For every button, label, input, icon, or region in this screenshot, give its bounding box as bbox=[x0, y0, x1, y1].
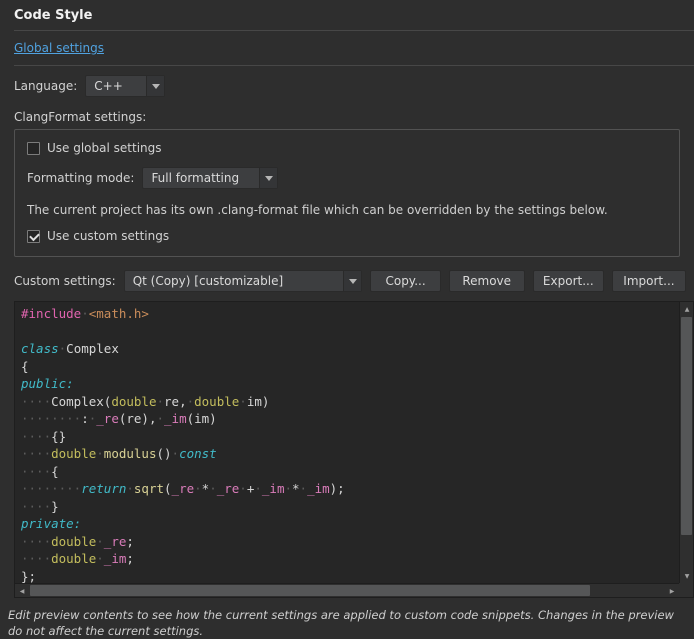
custom-settings-combobox-value: Qt (Copy) [customizable] bbox=[125, 274, 344, 288]
language-combobox[interactable]: C++ bbox=[85, 75, 165, 97]
code-line: ····Complex(double·re,·double·im) bbox=[21, 393, 679, 411]
language-combobox-value: C++ bbox=[86, 79, 146, 93]
code-line: ····double·_im; bbox=[21, 550, 679, 568]
code-line: ····{ bbox=[21, 463, 679, 481]
separator bbox=[14, 65, 694, 66]
formatting-mode-combobox[interactable]: Full formatting bbox=[142, 167, 278, 189]
vertical-scrollbar-thumb[interactable] bbox=[681, 317, 692, 535]
code-lines[interactable]: #include·<math.h> class·Complex{public:·… bbox=[15, 302, 679, 583]
chevron-down-icon bbox=[343, 271, 361, 291]
scroll-up-arrow-icon[interactable]: ▲ bbox=[680, 302, 694, 316]
code-style-settings-page: Code Style Global settings Language: C++… bbox=[0, 0, 694, 639]
formatting-mode-combobox-value: Full formatting bbox=[143, 171, 259, 185]
code-line: ········:·_re(re),·_im(im) bbox=[21, 410, 679, 428]
custom-settings-combobox[interactable]: Qt (Copy) [customizable] bbox=[124, 270, 363, 292]
preview-help-text: Edit preview contents to see how the cur… bbox=[0, 598, 694, 639]
export-button[interactable]: Export... bbox=[533, 270, 604, 292]
code-line: }; bbox=[21, 568, 679, 584]
horizontal-scrollbar[interactable]: ◀ ▶ bbox=[15, 583, 679, 597]
global-settings-link-row: Global settings bbox=[0, 31, 694, 65]
code-line: public: bbox=[21, 375, 679, 393]
scroll-right-arrow-icon[interactable]: ▶ bbox=[665, 584, 679, 598]
remove-button[interactable]: Remove bbox=[449, 270, 525, 292]
use-global-settings-label: Use global settings bbox=[47, 141, 162, 155]
use-global-settings-row[interactable]: Use global settings bbox=[27, 141, 667, 155]
chevron-down-icon bbox=[146, 76, 164, 96]
page-title: Code Style bbox=[0, 0, 694, 30]
code-line: ····double·modulus()·const bbox=[21, 445, 679, 463]
code-line: ····} bbox=[21, 498, 679, 516]
code-line: private: bbox=[21, 515, 679, 533]
code-line: #include·<math.h> bbox=[21, 305, 679, 323]
custom-settings-row: Custom settings: Qt (Copy) [customizable… bbox=[0, 270, 694, 292]
code-line: ········return·sqrt(_re·*·_re·+·_im·*·_i… bbox=[21, 480, 679, 498]
horizontal-scrollbar-thumb[interactable] bbox=[30, 585, 590, 596]
horizontal-scrollbar-track[interactable] bbox=[29, 584, 665, 597]
global-settings-link[interactable]: Global settings bbox=[14, 41, 104, 55]
scrollbar-corner bbox=[679, 583, 693, 597]
clang-format-file-info-text: The current project has its own .clang-f… bbox=[27, 203, 667, 217]
clangformat-section-label: ClangFormat settings: bbox=[0, 110, 694, 124]
vertical-scrollbar[interactable]: ▲ ▼ bbox=[679, 302, 693, 583]
scroll-down-arrow-icon[interactable]: ▼ bbox=[680, 569, 694, 583]
use-global-settings-checkbox[interactable] bbox=[27, 142, 40, 155]
code-preview-editor[interactable]: #include·<math.h> class·Complex{public:·… bbox=[14, 301, 694, 598]
formatting-mode-label: Formatting mode: bbox=[27, 171, 134, 185]
custom-settings-label: Custom settings: bbox=[14, 274, 116, 288]
code-line: class·Complex bbox=[21, 340, 679, 358]
language-label: Language: bbox=[14, 79, 77, 93]
code-line: { bbox=[21, 358, 679, 376]
vertical-scrollbar-track[interactable] bbox=[680, 316, 693, 569]
clangformat-groupbox: Use global settings Formatting mode: Ful… bbox=[14, 129, 680, 257]
use-custom-settings-checkbox[interactable] bbox=[27, 230, 40, 243]
use-custom-settings-row[interactable]: Use custom settings bbox=[27, 229, 667, 243]
code-line bbox=[21, 323, 679, 341]
language-row: Language: C++ bbox=[0, 75, 694, 97]
use-custom-settings-label: Use custom settings bbox=[47, 229, 169, 243]
copy-button[interactable]: Copy... bbox=[370, 270, 440, 292]
code-line: ····double·_re; bbox=[21, 533, 679, 551]
scroll-left-arrow-icon[interactable]: ◀ bbox=[15, 584, 29, 598]
import-button[interactable]: Import... bbox=[612, 270, 686, 292]
chevron-down-icon bbox=[259, 168, 277, 188]
code-line: ····{} bbox=[21, 428, 679, 446]
formatting-mode-row: Formatting mode: Full formatting bbox=[27, 167, 667, 189]
